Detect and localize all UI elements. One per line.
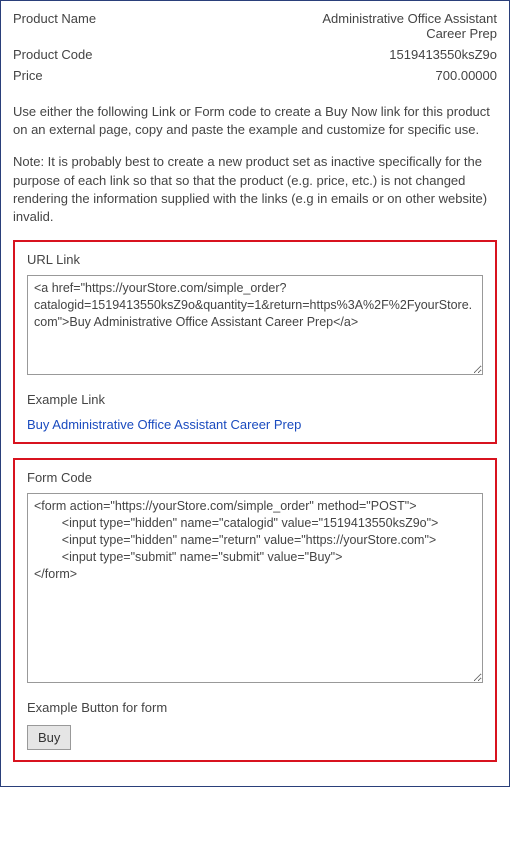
product-code-row: Product Code 1519413550ksZ9o bbox=[13, 47, 497, 62]
form-code-section: Form Code Example Button for form Buy bbox=[13, 458, 497, 762]
product-code-value: 1519413550ksZ9o bbox=[389, 47, 497, 62]
instruction-paragraph-1: Use either the following Link or Form co… bbox=[13, 103, 497, 139]
url-link-section: URL Link Example Link Buy Administrative… bbox=[13, 240, 497, 444]
form-code-textarea[interactable] bbox=[27, 493, 483, 683]
product-code-label: Product Code bbox=[13, 47, 93, 62]
instruction-paragraph-2: Note: It is probably best to create a ne… bbox=[13, 153, 497, 226]
product-name-value: Administrative Office Assistant Career P… bbox=[297, 11, 497, 41]
product-info-section: Product Name Administrative Office Assis… bbox=[13, 11, 497, 83]
url-link-title: URL Link bbox=[27, 252, 483, 267]
url-link-textarea[interactable] bbox=[27, 275, 483, 375]
form-example-label: Example Button for form bbox=[27, 700, 483, 715]
url-example-label: Example Link bbox=[27, 392, 483, 407]
product-price-value: 700.00000 bbox=[436, 68, 497, 83]
product-price-label: Price bbox=[13, 68, 43, 83]
product-link-panel: Product Name Administrative Office Assis… bbox=[0, 0, 510, 787]
buy-button[interactable]: Buy bbox=[27, 725, 71, 750]
product-name-row: Product Name Administrative Office Assis… bbox=[13, 11, 497, 41]
form-code-title: Form Code bbox=[27, 470, 483, 485]
url-example-link[interactable]: Buy Administrative Office Assistant Care… bbox=[27, 417, 301, 432]
product-name-label: Product Name bbox=[13, 11, 96, 26]
product-price-row: Price 700.00000 bbox=[13, 68, 497, 83]
